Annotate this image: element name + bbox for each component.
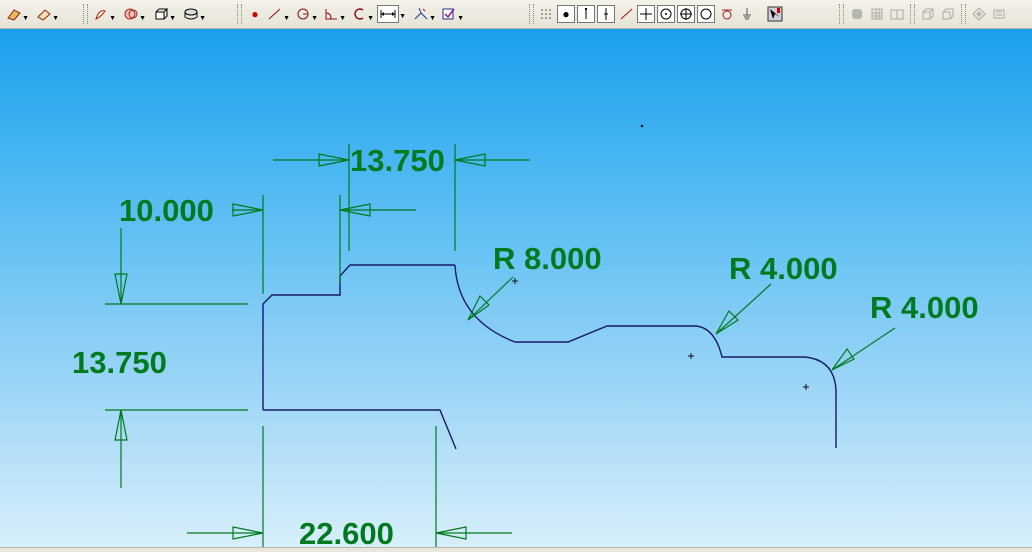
- toolbar-group-sketch-ops: ▼ ▼ ▼ ▼: [80, 3, 206, 25]
- circle-icon[interactable]: ▼: [293, 4, 318, 24]
- dim-radius-large-label[interactable]: R 8.000: [493, 241, 602, 276]
- center-mark-mid: [688, 353, 694, 359]
- profile-bottom-edge[interactable]: [263, 409, 457, 450]
- profile-main-curve[interactable]: [454, 264, 837, 448]
- main-toolbar: ▼ ▼ ▼ ▼ ▼ ▼ ● ▼ ▼ ▼ ▼ ▼ ▼ ▼ ●: [0, 0, 1032, 29]
- surface-icon[interactable]: ▼: [181, 4, 206, 24]
- solid-icon[interactable]: ▼: [151, 4, 176, 24]
- snap-ground-icon[interactable]: [737, 4, 757, 24]
- drawing-svg: 13.750 10.000 13.750 22.600 R 8.000 R 4.…: [72, 124, 979, 547]
- line-icon[interactable]: ▼: [265, 4, 290, 24]
- front-view-icon[interactable]: [938, 4, 958, 24]
- center-mark-right: [803, 384, 809, 390]
- settings-icon[interactable]: [989, 4, 1009, 24]
- hidden-line-view-icon[interactable]: [887, 4, 907, 24]
- toolbar-grip[interactable]: [839, 4, 844, 24]
- dim-radius-mid-label[interactable]: R 4.000: [729, 251, 838, 286]
- iso-view-icon[interactable]: [918, 4, 938, 24]
- status-bar: [0, 547, 1032, 552]
- render-mode-icon[interactable]: [765, 4, 785, 24]
- grid-snap-icon[interactable]: [537, 4, 557, 24]
- toolbar-group-snap: ●: [526, 3, 785, 25]
- snap-parallel-icon[interactable]: [597, 5, 615, 23]
- toolbar-grip[interactable]: [237, 4, 242, 24]
- snap-tangent-icon[interactable]: [717, 4, 737, 24]
- dim-bottom-width-label[interactable]: 22.600: [299, 516, 394, 547]
- snap-perpendicular-icon[interactable]: [637, 5, 655, 23]
- sketch-icon[interactable]: ▼: [91, 4, 116, 24]
- corner-icon[interactable]: ▼: [321, 4, 346, 24]
- constraint-icon[interactable]: ▼: [411, 4, 436, 24]
- boolean-icon[interactable]: ▼: [121, 4, 146, 24]
- dim-left-width-label[interactable]: 10.000: [119, 193, 214, 228]
- toolbar-group-draw: ● ▼ ▼ ▼ ▼ ▼ ▼ ▼: [234, 3, 464, 25]
- pocket-icon[interactable]: ▼: [34, 4, 59, 24]
- arc-icon[interactable]: ▼: [349, 4, 374, 24]
- toolbar-grip[interactable]: [910, 4, 915, 24]
- point-icon[interactable]: ●: [245, 4, 265, 24]
- dim-top-width-label[interactable]: 13.750: [350, 143, 445, 178]
- dim-radius-right-label[interactable]: R 4.000: [870, 290, 979, 325]
- toolbar-grip[interactable]: [83, 4, 88, 24]
- light-icon[interactable]: [969, 4, 989, 24]
- dimension-icon[interactable]: ▼: [377, 5, 406, 23]
- dim-left-height-label[interactable]: 13.750: [72, 345, 167, 380]
- dimension-graphics: [105, 144, 896, 547]
- wireframe-view-icon[interactable]: [867, 4, 887, 24]
- snap-crosshair-icon[interactable]: [677, 5, 695, 23]
- toolbar-group-views: [836, 3, 1009, 25]
- profile-left-step[interactable]: [262, 264, 455, 410]
- shaded-view-icon[interactable]: [847, 4, 867, 24]
- snap-end-icon[interactable]: ●: [557, 5, 575, 23]
- center-mark-large: [512, 278, 518, 284]
- snap-vertical-icon[interactable]: [577, 5, 595, 23]
- snap-circle-icon[interactable]: [697, 5, 715, 23]
- drawing-canvas[interactable]: 13.750 10.000 13.750 22.600 R 8.000 R 4.…: [0, 29, 1032, 547]
- part-profile[interactable]: [262, 264, 837, 450]
- toolbar-grip[interactable]: [529, 4, 534, 24]
- toolbar-grip[interactable]: [961, 4, 966, 24]
- toolbar-group-part-ops: ▼ ▼: [4, 3, 59, 25]
- stray-point: [640, 124, 644, 128]
- snap-center-icon[interactable]: [657, 5, 675, 23]
- line-snap-icon[interactable]: [617, 4, 637, 24]
- rib-icon[interactable]: ▼: [4, 4, 29, 24]
- check-icon[interactable]: ▼: [439, 4, 464, 24]
